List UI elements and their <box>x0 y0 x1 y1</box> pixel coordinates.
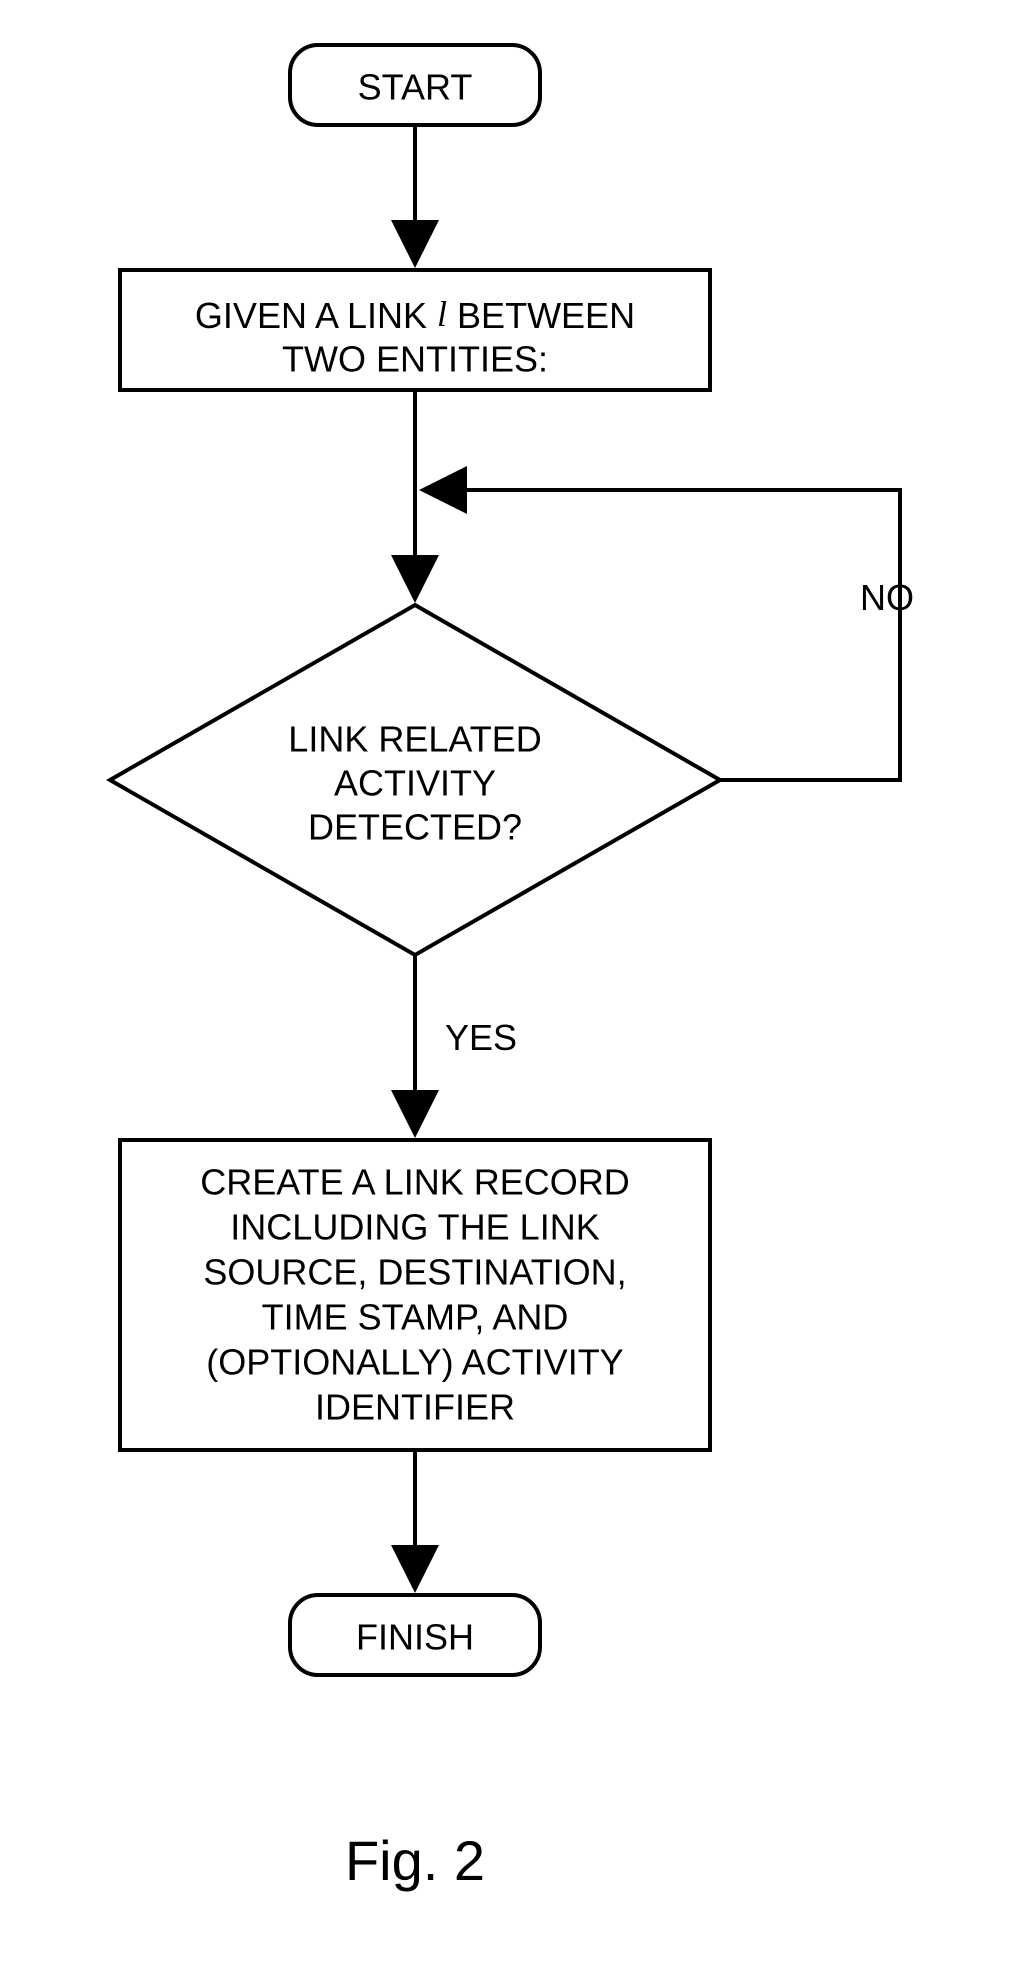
given-text-line2: TWO ENTITIES: <box>282 339 548 380</box>
figure-caption: Fig. 2 <box>345 1829 485 1892</box>
process-line4: TIME STAMP, AND <box>262 1297 569 1338</box>
given-text-line1: GIVEN A LINK l BETWEEN <box>195 294 635 335</box>
yes-label: YES <box>445 1017 517 1058</box>
process-line2: INCLUDING THE LINK <box>230 1207 599 1248</box>
decision-text-line2: ACTIVITY <box>334 763 496 804</box>
decision-text-line3: DETECTED? <box>308 807 522 848</box>
flowchart-diagram: START GIVEN A LINK l BETWEEN TWO ENTITIE… <box>0 0 1030 1963</box>
decision-text-line1: LINK RELATED <box>288 719 541 760</box>
process-line6: IDENTIFIER <box>315 1387 515 1428</box>
process-line1: CREATE A LINK RECORD <box>200 1162 629 1203</box>
start-label: START <box>358 67 473 108</box>
process-line5: (OPTIONALLY) ACTIVITY <box>206 1342 623 1383</box>
finish-label: FINISH <box>356 1617 474 1658</box>
no-label: NO <box>860 577 914 618</box>
process-line3: SOURCE, DESTINATION, <box>203 1252 626 1293</box>
